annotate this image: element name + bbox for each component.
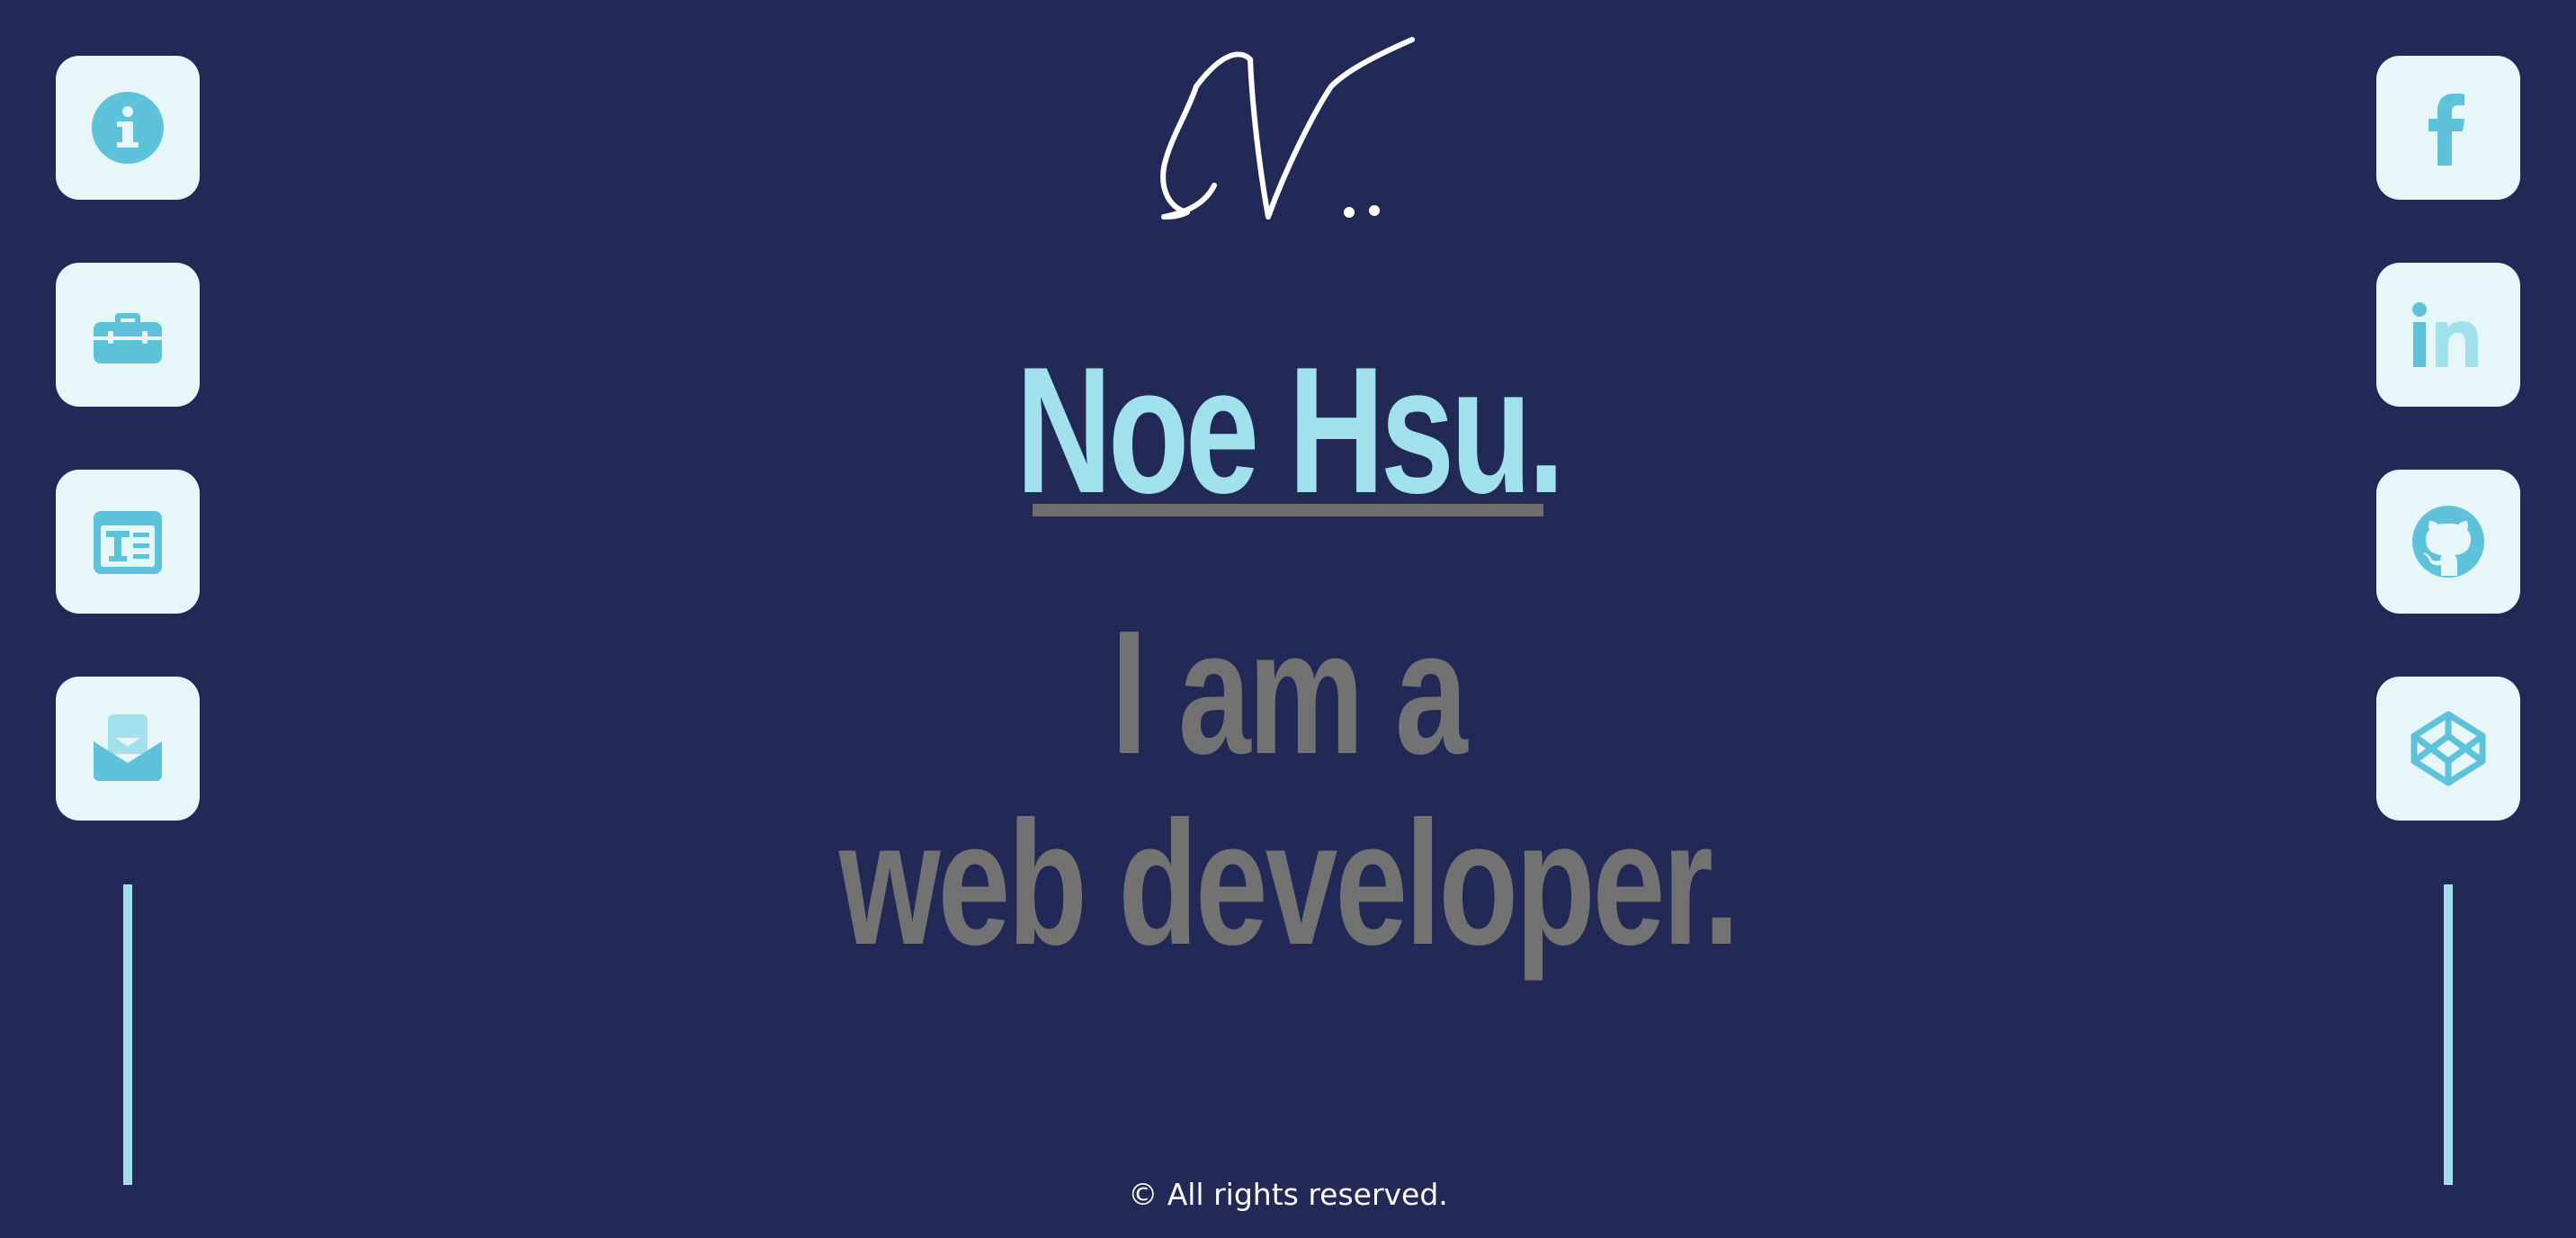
hero-name: Noe Hsu. <box>0 341 2576 525</box>
page: Noe Hsu. I am a web developer. © All rig… <box>0 0 2576 1238</box>
footer-copyright: © All rights reserved. <box>1128 1177 1448 1212</box>
info-icon <box>92 92 164 164</box>
signature-logo[interactable] <box>1151 32 1421 230</box>
tagline: I am a web developer. <box>0 597 2576 979</box>
about-button[interactable] <box>56 56 200 200</box>
facebook-icon <box>2428 94 2464 166</box>
signature-logo-icon <box>1160 37 1415 220</box>
tagline-line-2: web developer. <box>838 785 1740 982</box>
name-underline <box>1033 504 1543 516</box>
facebook-link[interactable] <box>2376 56 2520 200</box>
tagline-line-1: I am a <box>1111 594 1467 791</box>
name-heading[interactable]: Noe Hsu. <box>1015 341 1564 521</box>
